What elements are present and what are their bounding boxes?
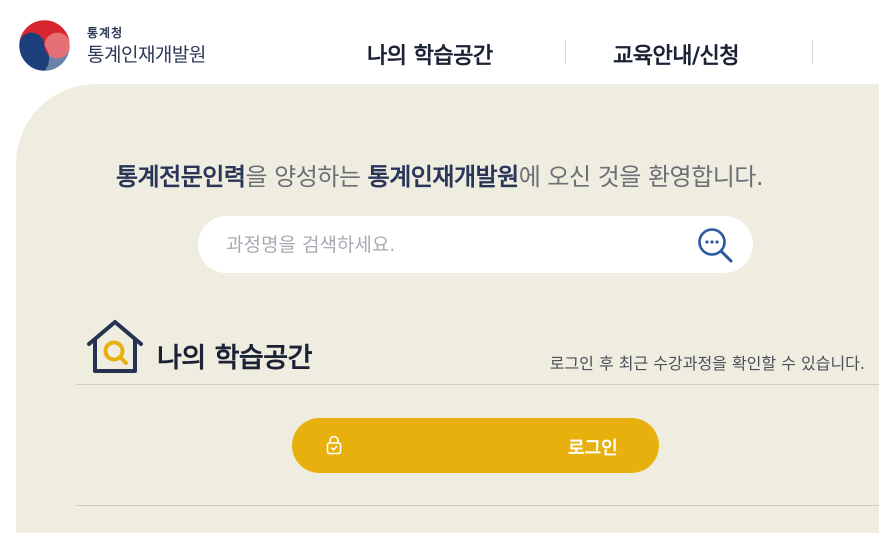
- welcome-highlight-2: 통계인재개발원: [367, 163, 520, 191]
- house-search-icon: [87, 320, 143, 373]
- section-title: 나의 학습공간: [157, 343, 312, 374]
- logo-agency: 통계청: [87, 26, 124, 40]
- welcome-text-1: 을 양성하는: [245, 163, 368, 191]
- search-input[interactable]: [226, 230, 676, 260]
- nav-divider: [565, 40, 566, 64]
- lock-icon: [326, 435, 342, 455]
- section-description: 로그인 후 최근 수강과정을 확인할 수 있습니다.: [549, 354, 865, 373]
- nav-divider: [812, 40, 813, 64]
- logo-title: 통계인재개발원: [87, 44, 206, 66]
- login-button[interactable]: 로그인: [292, 418, 659, 473]
- welcome-highlight-1: 통계전문인력: [115, 163, 246, 191]
- login-label: 로그인: [568, 438, 618, 459]
- nav-my-learning[interactable]: 나의 학습공간: [367, 38, 493, 70]
- search-magnifier-icon[interactable]: [696, 226, 734, 264]
- welcome-text-2: 에 오신 것을 환영합니다.: [518, 163, 764, 191]
- bottom-divider: [76, 505, 879, 506]
- nav-course-info[interactable]: 교육안내/신청: [613, 38, 739, 70]
- logo-link[interactable]: 통계청 통계인재개발원: [17, 16, 227, 72]
- section-divider: [76, 384, 879, 385]
- site-header: 통계청 통계인재개발원 나의 학습공간 교육안내/신청: [0, 0, 879, 84]
- search-box: [198, 216, 753, 273]
- taegeuk-emblem-icon: [18, 19, 71, 72]
- welcome-message: 통계전문인력을 양성하는 통계인재개발원에 오신 것을 환영합니다.: [0, 157, 879, 192]
